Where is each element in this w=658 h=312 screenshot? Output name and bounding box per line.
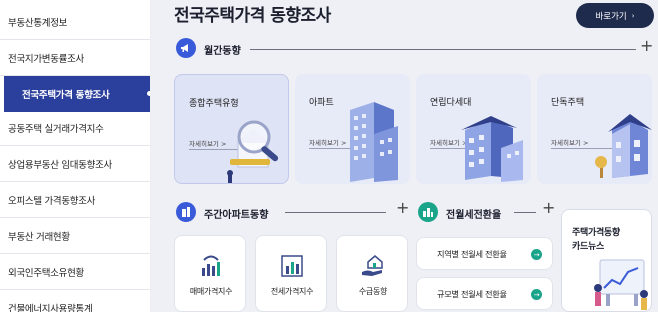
card-sale-price-index[interactable]: 매매가격지수 <box>174 235 246 312</box>
monthly-more-plus-icon[interactable]: + <box>640 38 653 54</box>
hand-house-icon <box>362 255 383 276</box>
card-news[interactable]: 주택가격동향 카드뉴스 <box>561 209 652 312</box>
section-title-weekly: 주간아파트동향 <box>204 210 269 221</box>
section-divider <box>250 49 636 50</box>
pill-label: 규모별 전월세 전환율 <box>437 288 507 299</box>
sidebar-item-label: 건물에너지사용량통계 <box>8 303 93 312</box>
wifi-chart-icon <box>202 255 220 276</box>
card-label: 매매가격지수 <box>189 287 233 296</box>
section-divider <box>285 212 386 213</box>
regional-conversion-rate-link[interactable]: 지역별 전월세 전환율 → <box>416 237 553 270</box>
magnifier-house-illustration <box>227 120 279 183</box>
sidebar-item-apartment-transaction-index[interactable]: 공동주택 실거래가격지수 <box>0 110 150 146</box>
page-title: 전국주택가격 동향조사 <box>174 6 331 26</box>
megaphone-icon <box>176 38 196 58</box>
card-label: 전세가격지수 <box>270 287 314 296</box>
sidebar-item-label: 오피스텔 가격동향조사 <box>8 195 96 207</box>
sidebar-item-label: 외국인주택소유현황 <box>8 267 84 279</box>
weekly-more-plus-icon[interactable]: + <box>396 200 409 216</box>
section-title-monthly: 월간동향 <box>204 46 241 57</box>
sidebar: 부동산통계정보 전국지가변동률조사 전국주택가격 동향조사 공동주택 실거래가격… <box>0 0 164 312</box>
apartment-building-illustration <box>350 102 398 182</box>
chart-board-illustration <box>594 259 648 310</box>
row-house-illustration <box>461 116 523 182</box>
arrow-right-icon: → <box>531 289 542 300</box>
building-icon <box>176 202 196 222</box>
sidebar-item-label: 상업용부동산 임대동향조사 <box>8 159 113 171</box>
card-all-housing[interactable]: 종합주택유형 자세히보기 > <box>174 74 289 184</box>
bar-chart-icon <box>281 255 303 277</box>
card-news-title: 주택가격동향 카드뉴스 <box>572 226 620 254</box>
section-divider <box>514 212 536 213</box>
detached-house-illustration <box>595 114 652 178</box>
shortcut-button[interactable]: 바로가기 › <box>576 3 654 28</box>
card-label: 수급동향 <box>358 287 388 296</box>
sidebar-item-real-estate-stats[interactable]: 부동산통계정보 <box>0 4 150 40</box>
sidebar-item-label: 부동산통계정보 <box>8 17 68 29</box>
sidebar-item-building-energy[interactable]: 건물에너지사용량통계 <box>0 290 150 312</box>
card-news-title-line1: 주택가격동향 <box>572 228 620 238</box>
sidebar-item-label: 전국주택가격 동향조사 <box>22 90 110 101</box>
sidebar-item-label: 전국지가변동률조사 <box>8 53 84 65</box>
card-apartment[interactable]: 아파트 자세히보기 > <box>295 74 410 184</box>
pill-label: 지역별 전월세 전환율 <box>437 248 507 259</box>
sidebar-item-transaction-status[interactable]: 부동산 거래현황 <box>0 218 150 254</box>
section-title-rental: 전월세전환율 <box>446 210 502 221</box>
sidebar-item-commercial-rent[interactable]: 상업용부동산 임대동향조사 <box>0 146 150 182</box>
page: 부동산통계정보 전국지가변동률조사 전국주택가격 동향조사 공동주택 실거래가격… <box>0 0 658 312</box>
sidebar-item-officetel-price[interactable]: 오피스텔 가격동향조사 <box>0 182 150 218</box>
size-conversion-rate-link[interactable]: 규모별 전월세 전환율 → <box>416 277 553 310</box>
sidebar-item-label: 부동산 거래현황 <box>8 231 70 243</box>
card-news-title-line2: 카드뉴스 <box>572 242 604 252</box>
card-jeonse-price-index[interactable]: 전세가격지수 <box>255 235 327 312</box>
card-supply-demand[interactable]: 수급동향 <box>336 235 408 312</box>
sidebar-item-foreign-ownership[interactable]: 외국인주택소유현황 <box>0 254 150 290</box>
sidebar-item-housing-price[interactable]: 전국주택가격 동향조사 <box>4 76 164 112</box>
main-content: 전국주택가격 동향조사 바로가기 › 월간동향 + 종합주택유형 자세히보기 > <box>150 0 658 312</box>
chevron-right-icon: › <box>631 11 635 20</box>
rental-more-plus-icon[interactable]: + <box>542 200 555 216</box>
card-detached-house[interactable]: 단독주택 자세히보기 > <box>537 74 652 184</box>
arrow-right-icon: → <box>531 249 542 260</box>
sidebar-item-label: 공동주택 실거래가격지수 <box>8 123 104 135</box>
sidebar-item-land-price[interactable]: 전국지가변동률조사 <box>0 40 150 76</box>
city-icon <box>418 202 438 222</box>
shortcut-label: 바로가기 <box>595 11 627 22</box>
card-row-house[interactable]: 연립다세대 자세히보기 > <box>416 74 531 184</box>
